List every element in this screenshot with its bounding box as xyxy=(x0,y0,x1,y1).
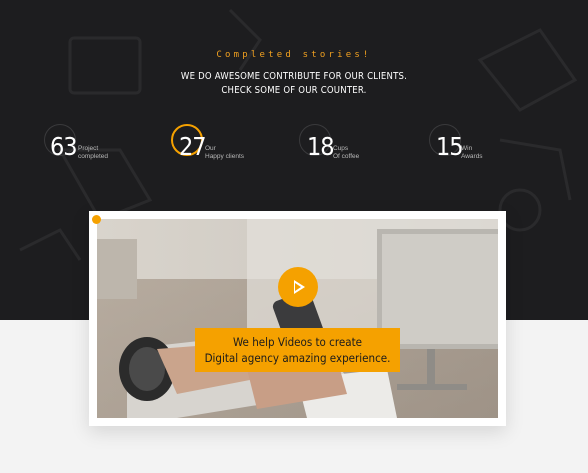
video-caption: We help Videos to create Digital agency … xyxy=(195,328,400,372)
headline-line-1: WE DO AWESOME CONTRIBUTE FOR OUR CLIENTS… xyxy=(180,71,408,82)
counter-value: 15 xyxy=(436,132,464,161)
counter-label-line-2: completed xyxy=(78,153,108,160)
counter-awards: 15 Win Awards xyxy=(429,124,519,170)
video-card: We help Videos to create Digital agency … xyxy=(89,211,506,426)
counter-label: Project completed xyxy=(78,145,108,161)
video-caption-line-2: Digital agency amazing experience. xyxy=(204,351,391,365)
play-icon-inner xyxy=(295,283,301,291)
counter-label-line-2: Of coffee xyxy=(333,153,360,160)
video-caption-line-1: We help Videos to create xyxy=(233,335,362,349)
counter-value: 63 xyxy=(50,132,78,161)
video-thumbnail-image xyxy=(97,219,498,418)
section-headline: WE DO AWESOME CONTRIBUTE FOR OUR CLIENTS… xyxy=(0,70,588,98)
counter-projects: 63 Project completed xyxy=(44,124,134,170)
counter-clients: 27 Our Happy clients xyxy=(171,124,261,170)
counter-label-line-1: Our xyxy=(205,145,216,152)
counter-label: Win Awards xyxy=(461,145,483,161)
counter-label-line-2: Awards xyxy=(461,153,483,160)
counter-label: Cups Of coffee xyxy=(333,145,359,161)
corner-accent-dot xyxy=(92,215,101,224)
play-button[interactable] xyxy=(278,267,318,307)
counter-label-line-1: Cups xyxy=(333,145,349,152)
section-eyebrow: Completed stories! xyxy=(216,50,372,60)
counter-coffee: 18 Cups Of coffee xyxy=(299,124,389,170)
counter-value: 27 xyxy=(179,132,207,161)
video-thumbnail[interactable]: We help Videos to create Digital agency … xyxy=(97,219,498,418)
counter-label-line-1: Project xyxy=(78,145,99,152)
counter-label-line-1: Win xyxy=(461,145,473,152)
counter-label-line-2: Happy clients xyxy=(205,153,245,160)
counter-label: Our Happy clients xyxy=(205,145,244,161)
headline-line-2: CHECK SOME OF OUR COUNTER. xyxy=(221,85,367,96)
counter-value: 18 xyxy=(307,132,335,161)
